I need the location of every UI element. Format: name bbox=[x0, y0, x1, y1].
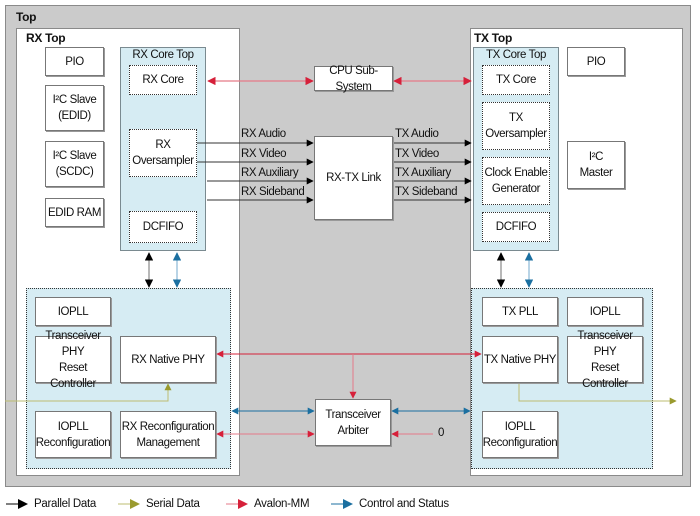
connection-wires bbox=[5, 76, 677, 438]
avalon-mm-arrow-icon bbox=[226, 499, 248, 509]
rx-serial-wire bbox=[5, 383, 172, 402]
control-status-arrow-icon bbox=[331, 499, 353, 509]
legend-serial-data: Serial Data bbox=[118, 498, 200, 510]
serial-data-arrow-icon bbox=[118, 499, 140, 509]
parallel-data-arrow-icon bbox=[6, 499, 28, 509]
legend-parallel-data: Parallel Data bbox=[6, 498, 96, 510]
legend-control-and-status: Control and Status bbox=[331, 498, 449, 510]
tx-serial-wire bbox=[518, 384, 677, 405]
legend-avalon-mm: Avalon-MM bbox=[226, 498, 310, 510]
